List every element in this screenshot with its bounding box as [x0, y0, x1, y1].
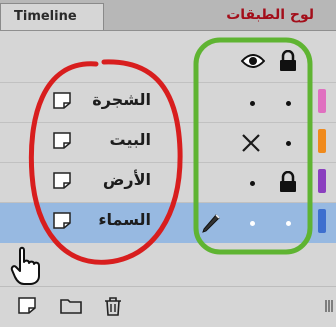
- new-folder-icon[interactable]: [60, 297, 82, 314]
- timeline-panel: Timeline لوح الطبقات الشجرة البيت الأرض …: [0, 0, 336, 327]
- hand-pointer-icon: [10, 246, 40, 285]
- panel-resize-grip[interactable]: [324, 299, 334, 313]
- green-rect: [193, 37, 313, 255]
- bottom-toolbar: [0, 286, 336, 327]
- annotation-overlay: [28, 37, 313, 265]
- new-layer-icon[interactable]: [18, 297, 36, 314]
- red-oval: [28, 59, 183, 265]
- trash-icon[interactable]: [104, 297, 122, 316]
